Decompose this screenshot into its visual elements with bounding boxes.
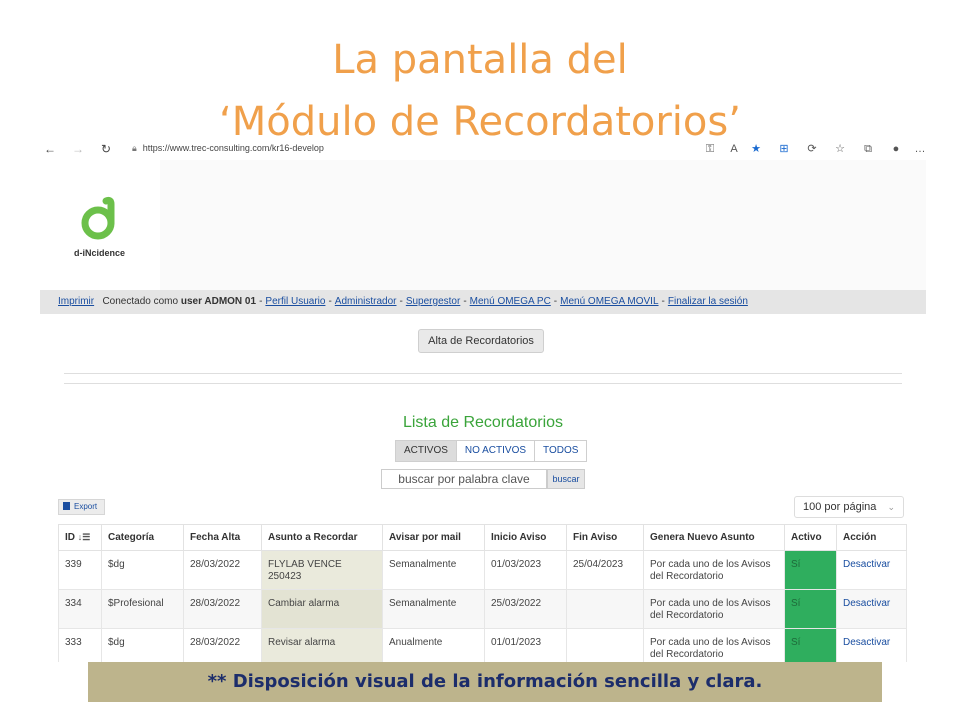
column-header-id[interactable]: ID ↓☰ xyxy=(58,524,102,551)
cell-id: 334 xyxy=(58,589,102,629)
per-page-select[interactable]: 100 por página ⌄ xyxy=(794,496,904,518)
search-button[interactable]: buscar xyxy=(547,469,585,489)
sort-icon[interactable]: ↓☰ xyxy=(78,532,91,542)
filter-todos-tab[interactable]: TODOS xyxy=(535,441,586,461)
list-title: Lista de Recordatorios xyxy=(402,414,564,431)
menu-omega-movil-link[interactable]: Menú OMEGA MOVIL xyxy=(560,296,658,307)
menu-perfil-usuario-link[interactable]: Perfil Usuario xyxy=(265,296,325,307)
cell-id: 333 xyxy=(58,628,102,662)
cell-asunto: Revisar alarma xyxy=(261,628,383,662)
logo-text: d-iNcidence xyxy=(74,248,126,258)
desactivar-link[interactable]: Desactivar xyxy=(843,598,890,609)
logo-d-icon xyxy=(81,196,115,240)
per-page-value: 100 por página xyxy=(803,501,877,513)
cell-genera-asunto: Por cada uno de los Avisos del Recordato… xyxy=(643,550,785,590)
menu-omega-pc-link[interactable]: Menú OMEGA PC xyxy=(470,296,551,307)
favorite-star-icon[interactable]: ★ xyxy=(748,141,764,157)
url-path: /kr16-develop xyxy=(269,143,324,153)
footer-banner: ** Disposición visual de la información … xyxy=(88,662,882,702)
current-user: user ADMON 01 xyxy=(180,296,257,307)
table-row[interactable]: 333 $dg 28/03/2022 Revisar alarma Anualm… xyxy=(58,628,907,662)
column-header-categoria[interactable]: Categoría xyxy=(101,524,184,551)
favorites-list-icon[interactable]: ☆ xyxy=(832,141,848,157)
document-icon xyxy=(63,502,70,510)
cell-inicio-aviso: 25/03/2022 xyxy=(484,589,567,629)
cell-genera-asunto: Por cada uno de los Avisos del Recordato… xyxy=(643,628,785,662)
cell-activo: Sí xyxy=(784,550,837,590)
column-header-asunto[interactable]: Asunto a Recordar xyxy=(261,524,383,551)
menu-administrador-link[interactable]: Administrador xyxy=(335,296,397,307)
cell-accion: Desactivar xyxy=(836,550,907,590)
translate-icon[interactable]: ⊞ xyxy=(776,141,792,157)
menu-supergestor-link[interactable]: Supergestor xyxy=(406,296,460,307)
cell-asunto: Cambiar alarma xyxy=(261,589,383,629)
url-host: https://www.trec-consulting.com xyxy=(142,143,270,153)
cell-inicio-aviso: 01/01/2023 xyxy=(484,628,567,662)
filter-no-activos-tab[interactable]: NO ACTIVOS xyxy=(457,441,536,461)
desactivar-link[interactable]: Desactivar xyxy=(843,637,890,648)
search-input[interactable]: buscar por palabra clave xyxy=(381,469,547,489)
address-bar[interactable]: 🔒︎ https://www.trec-consulting.com/kr16-d… xyxy=(132,143,324,154)
read-aloud-icon[interactable]: A xyxy=(726,141,742,157)
cell-activo: Sí xyxy=(784,589,837,629)
cell-fin-aviso xyxy=(566,628,644,662)
more-options-icon[interactable]: … xyxy=(912,141,926,157)
column-header-inicio-aviso[interactable]: Inicio Aviso xyxy=(484,524,567,551)
chevron-down-icon: ⌄ xyxy=(887,502,895,512)
lock-icon: 🔒︎ xyxy=(132,143,137,153)
logo: d-iNcidence xyxy=(40,160,160,290)
status-filter-group: ACTIVOS NO ACTIVOS TODOS xyxy=(395,440,588,462)
cell-fecha-alta: 28/03/2022 xyxy=(183,628,262,662)
cell-avisar-mail: Semanalmente xyxy=(382,589,485,629)
column-header-fecha-alta[interactable]: Fecha Alta xyxy=(183,524,262,551)
connected-as-label: Conectado como xyxy=(102,296,179,307)
cell-asunto: FLYLAB VENCE 250423 xyxy=(261,550,383,590)
cell-activo: Sí xyxy=(784,628,837,662)
desactivar-link[interactable]: Desactivar xyxy=(843,559,890,570)
reload-icon[interactable]: ↻ xyxy=(98,141,114,157)
table-header-row: ID ↓☰ Categoría Fecha Alta Asunto a Reco… xyxy=(58,524,907,551)
column-header-accion: Acción xyxy=(836,524,907,551)
app-header: d-iNcidence xyxy=(40,160,926,290)
profile-avatar-icon[interactable]: ● xyxy=(888,141,904,157)
cell-avisar-mail: Semanalmente xyxy=(382,550,485,590)
menu-logout-link[interactable]: Finalizar la sesión xyxy=(668,296,748,307)
cell-fecha-alta: 28/03/2022 xyxy=(183,589,262,629)
menu-print-link[interactable]: Imprimir xyxy=(58,296,94,307)
cell-inicio-aviso: 01/03/2023 xyxy=(484,550,567,590)
browser-toolbar: ← → ↻ 🔒︎ https://www.trec-consulting.com/… xyxy=(40,138,926,160)
cell-categoria: $dg xyxy=(101,628,184,662)
column-header-activo[interactable]: Activo xyxy=(784,524,837,551)
divider xyxy=(64,383,902,384)
collections-icon[interactable]: ⧉ xyxy=(860,141,876,157)
table-row[interactable]: 339 $dg 28/03/2022 FLYLAB VENCE 250423 S… xyxy=(58,550,907,590)
key-icon[interactable]: ⚿ xyxy=(702,141,718,157)
recordatorios-table: ID ↓☰ Categoría Fecha Alta Asunto a Reco… xyxy=(58,524,907,662)
alta-recordatorios-button[interactable]: Alta de Recordatorios xyxy=(418,329,544,353)
column-header-genera-asunto[interactable]: Genera Nuevo Asunto xyxy=(643,524,785,551)
export-label: Export xyxy=(74,502,98,511)
cell-genera-asunto: Por cada uno de los Avisos del Recordato… xyxy=(643,589,785,629)
filter-activos-tab[interactable]: ACTIVOS xyxy=(396,441,457,461)
column-header-fin-aviso[interactable]: Fin Aviso xyxy=(566,524,644,551)
browser-window: ← → ↻ 🔒︎ https://www.trec-consulting.com/… xyxy=(40,138,926,662)
column-header-avisar-mail[interactable]: Avisar por mail xyxy=(382,524,485,551)
forward-arrow-icon[interactable]: → xyxy=(70,141,86,157)
app-menu-bar: Imprimir Conectado como user ADMON 01- Pe… xyxy=(40,290,926,314)
cell-fecha-alta: 28/03/2022 xyxy=(183,550,262,590)
cell-id: 339 xyxy=(58,550,102,590)
back-arrow-icon[interactable]: ← xyxy=(42,141,58,157)
cell-fin-aviso xyxy=(566,589,644,629)
table-row[interactable]: 334 $Profesional 28/03/2022 Cambiar alar… xyxy=(58,589,907,629)
slide-title-line1: La pantalla del xyxy=(332,37,628,83)
cell-categoria: $dg xyxy=(101,550,184,590)
divider xyxy=(64,373,902,374)
refresh-extension-icon[interactable]: ⟳ xyxy=(804,141,820,157)
cell-categoria: $Profesional xyxy=(101,589,184,629)
cell-accion: Desactivar xyxy=(836,628,907,662)
export-button[interactable]: Export xyxy=(58,499,105,515)
cell-accion: Desactivar xyxy=(836,589,907,629)
cell-fin-aviso: 25/04/2023 xyxy=(566,550,644,590)
cell-avisar-mail: Anualmente xyxy=(382,628,485,662)
